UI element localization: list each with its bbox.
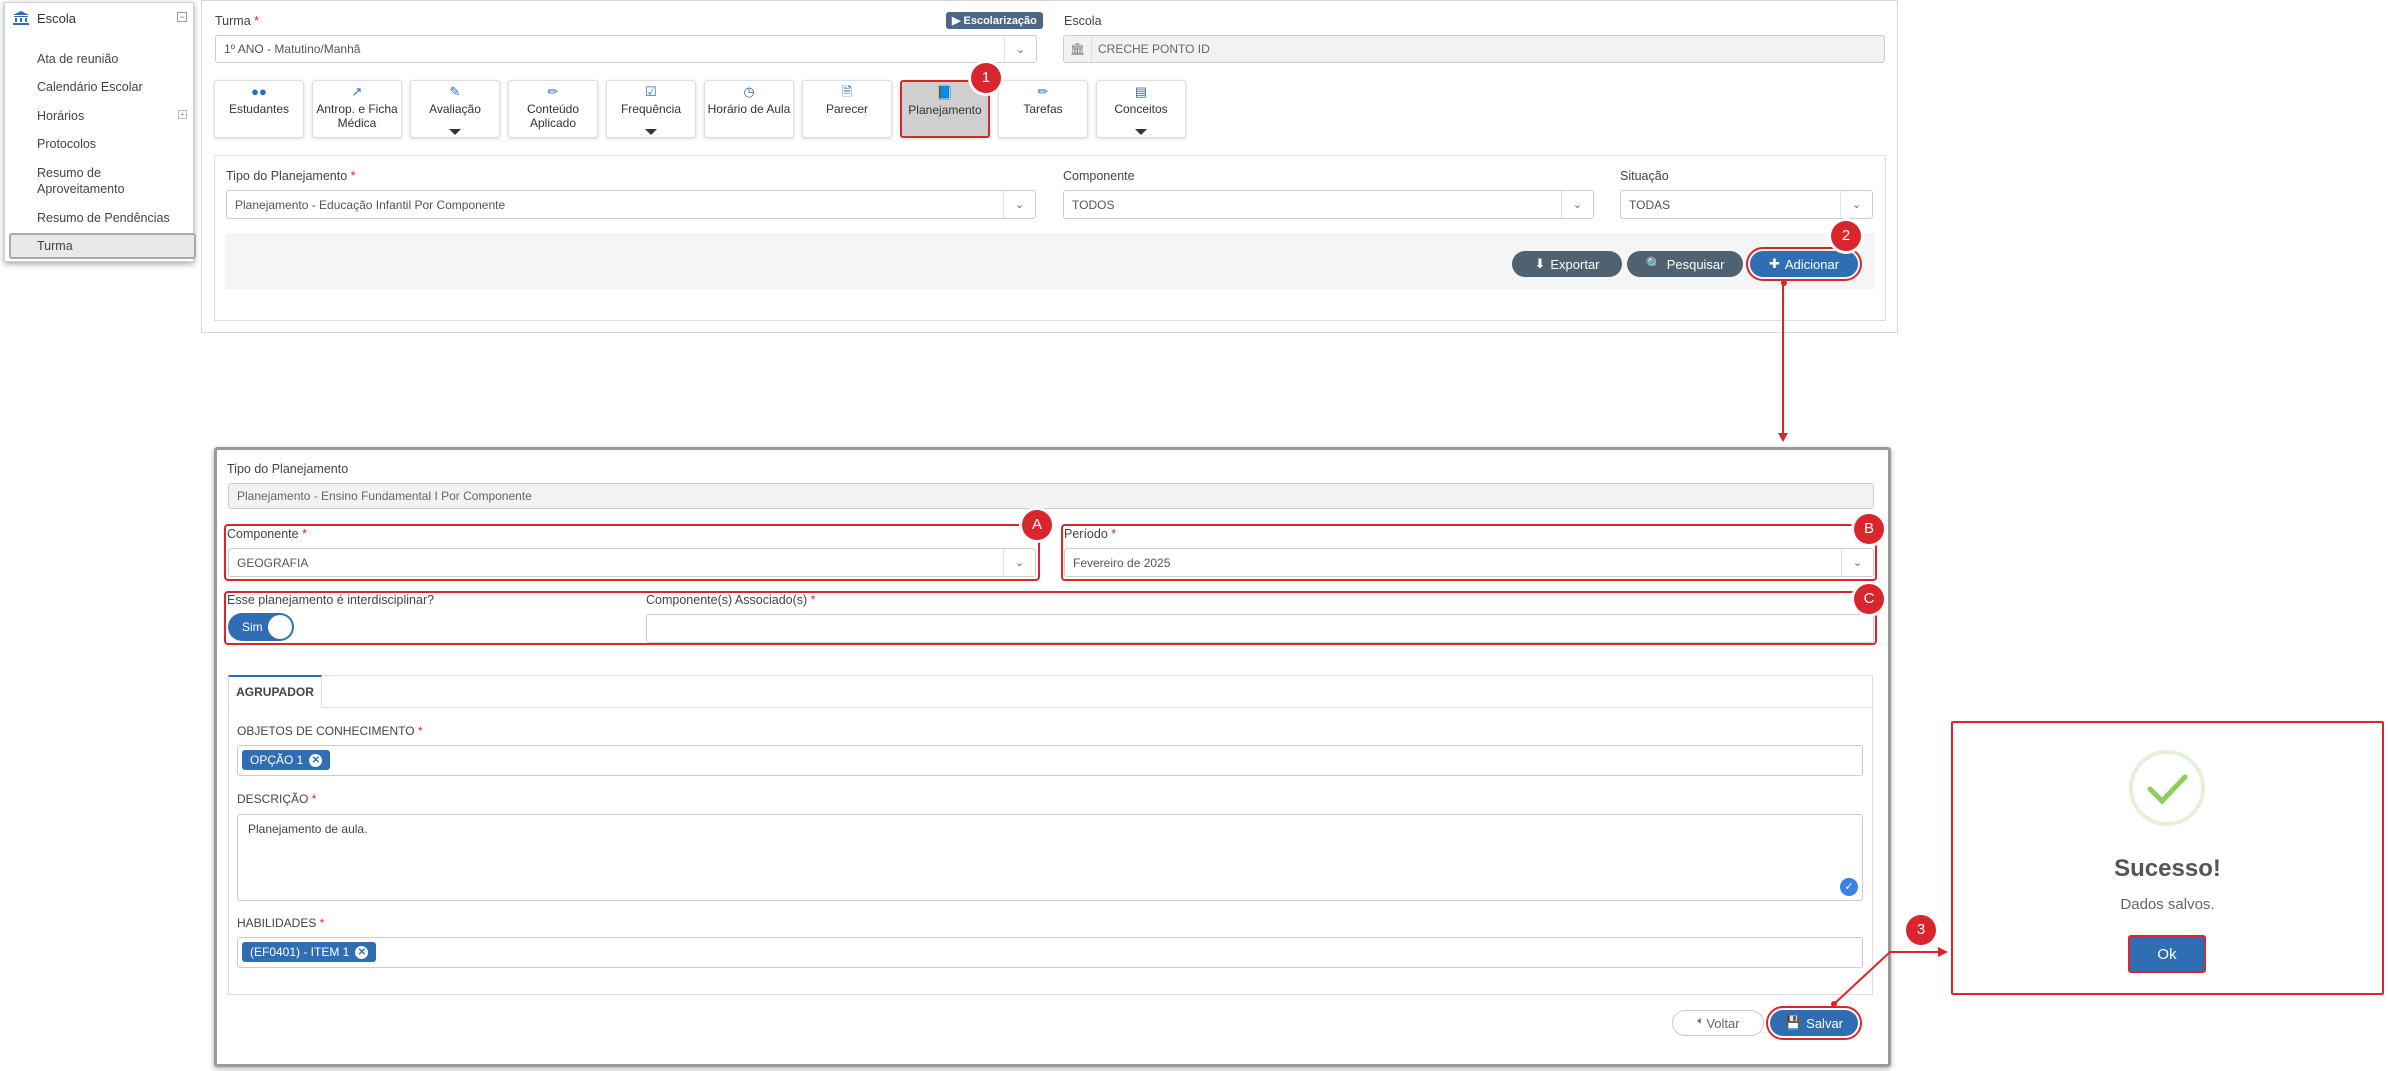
success-modal: Sucesso! Dados salvos. Ok (1951, 721, 2384, 995)
tab-antrop[interactable]: ↗ Antrop. e Ficha Médica (312, 80, 402, 138)
tipo-planejamento-label: Tipo do Planejamento * (226, 169, 356, 183)
chevron-down-icon: ⌄ (1561, 191, 1593, 218)
chevron-down-icon: ⌄ (1003, 191, 1035, 218)
componente-label: Componente (1063, 169, 1135, 183)
tab-conceitos[interactable]: ▤ Conceitos (1096, 80, 1186, 138)
objetos-label: OBJETOS DE CONHECIMENTO * (237, 724, 423, 738)
escola-label: Escola (1064, 14, 1102, 28)
modal-message: Dados salvos. (2120, 896, 2215, 913)
sidebar-item-calendario[interactable]: Calendário Escolar (37, 79, 143, 95)
remove-tag-icon[interactable]: ✕ (355, 945, 369, 959)
tab-estudantes[interactable]: ●● Estudantes (214, 80, 304, 138)
institution-icon (13, 11, 29, 25)
pencil-icon: ✏ (1037, 84, 1049, 99)
arrow-left-icon: 🢐 (1696, 1013, 1702, 1028)
ok-button[interactable]: Ok (2128, 935, 2206, 973)
escola-field: 🏛 CRECHE PONTO ID (1063, 35, 1885, 63)
turma-value: 1º ANO - Matutino/Manhã (224, 42, 361, 56)
habilidades-input[interactable] (237, 937, 1863, 968)
tab-conteudo-aplicado[interactable]: ✏ Conteúdo Aplicado (508, 80, 598, 138)
situacao-select[interactable]: TODAS ⌄ (1620, 190, 1873, 219)
pencil-icon: ✏ (547, 84, 559, 99)
success-check-icon (2129, 750, 2205, 826)
turma-label: Turma * (215, 14, 260, 28)
file-icon: 🗎 (841, 84, 853, 99)
chevron-down-icon: ⌄ (1004, 36, 1036, 62)
sidebar-item-ata[interactable]: Ata de reunião (37, 51, 118, 67)
connector-dot (1781, 280, 1787, 286)
sidebar-item-protocolos[interactable]: Protocolos (37, 136, 96, 152)
caret-down-icon (645, 129, 657, 135)
remove-tag-icon[interactable]: ✕ (309, 753, 323, 767)
form-tipo-field: Planejamento - Ensino Fundamental I Por … (228, 483, 1874, 509)
tab-avaliacao[interactable]: ✎ Avaliação (410, 80, 500, 138)
situacao-value: TODAS (1629, 197, 1671, 212)
escola-value: CRECHE PONTO ID (1098, 42, 1210, 56)
clock-icon: ◷ (743, 84, 755, 99)
objetos-tag: OPÇÃO 1 ✕ (242, 750, 331, 770)
modal-title: Sucesso! (2114, 855, 2221, 882)
form-tipo-value: Planejamento - Ensino Fundamental I Por … (237, 489, 532, 503)
interdisciplinar-highlight (224, 591, 1877, 645)
salvar-highlight (1766, 1006, 1862, 1040)
connector-arrow (1831, 947, 1948, 1007)
callout-1: 1 (971, 63, 1001, 93)
sidebar-title: Escola (37, 10, 77, 26)
callout-a: A (1022, 510, 1052, 540)
connector-line (1782, 283, 1784, 437)
edit-icon: ✎ (449, 84, 461, 99)
callout-b: B (1854, 514, 1884, 544)
institution-icon: 🏛 (1064, 36, 1092, 62)
arrow-down-icon (1778, 433, 1788, 442)
tab-parecer[interactable]: 🗎 Parecer (802, 80, 892, 138)
habilidades-tag: (EF0401) - ITEM 1 ✕ (242, 942, 377, 962)
componente-highlight (224, 524, 1040, 581)
tab-divider (322, 707, 1873, 708)
turma-select[interactable]: 1º ANO - Matutino/Manhã ⌄ (215, 35, 1037, 63)
escolarizacao-badge: ▶ Escolarização (946, 12, 1043, 29)
callout-2: 2 (1831, 221, 1861, 251)
tab-tarefas[interactable]: ✏ Tarefas (998, 80, 1088, 138)
sidebar-menu: Escola − Ata de reunião Calendário Escol… (4, 2, 196, 262)
expand-icon[interactable]: + (178, 110, 187, 119)
sidebar-item-resumo-aproveitamento[interactable]: Resumo de Aproveitamento (37, 165, 137, 197)
caret-down-icon (449, 129, 461, 135)
caret-down-icon (1135, 129, 1147, 135)
users-icon: ●● (251, 84, 267, 99)
voltar-button[interactable]: 🢐 Voltar (1672, 1010, 1764, 1036)
tab-frequencia[interactable]: ☑ Frequência (606, 80, 696, 138)
list-icon: ▤ (1134, 84, 1148, 99)
callout-c: C (1854, 584, 1884, 614)
sidebar-item-resumo-pendencias[interactable]: Resumo de Pendências (37, 210, 170, 226)
tab-agrupador[interactable]: AGRUPADOR (228, 675, 322, 708)
exportar-button[interactable]: ⬇ Exportar (1512, 251, 1622, 277)
habilidades-label: HABILIDADES * (237, 916, 325, 930)
check-square-icon: ☑ (645, 84, 657, 99)
sidebar-item-horarios[interactable]: Horários (37, 108, 84, 124)
chart-line-icon: ↗ (351, 84, 363, 99)
periodo-highlight (1061, 524, 1877, 581)
componente-select[interactable]: TODOS ⌄ (1063, 190, 1594, 219)
descricao-value: Planejamento de aula. (248, 822, 368, 836)
collapse-icon[interactable]: − (177, 12, 187, 22)
situacao-label: Situação (1620, 169, 1669, 183)
chevron-down-icon: ⌄ (1840, 191, 1872, 218)
sidebar-item-turma[interactable]: Turma (37, 238, 73, 254)
adicionar-highlight (1746, 247, 1862, 281)
check-circle-icon: ✓ (1840, 878, 1858, 896)
descricao-textarea[interactable] (237, 814, 1863, 901)
sidebar-header[interactable]: Escola (5, 3, 193, 33)
descricao-label: DESCRIÇÃO * (237, 792, 317, 806)
form-tipo-label: Tipo do Planejamento (227, 462, 349, 476)
objetos-input[interactable] (237, 745, 1863, 776)
componente-value: TODOS (1072, 197, 1115, 212)
tipo-planejamento-value: Planejamento - Educação Infantil Por Com… (235, 197, 506, 212)
tipo-planejamento-select[interactable]: Planejamento - Educação Infantil Por Com… (226, 190, 1036, 219)
tab-horario-aula[interactable]: ◷ Horário de Aula (704, 80, 794, 138)
pesquisar-button[interactable]: 🔍 Pesquisar (1627, 251, 1743, 277)
search-icon: 🔍 (1645, 256, 1662, 271)
download-icon: ⬇ (1534, 256, 1546, 271)
